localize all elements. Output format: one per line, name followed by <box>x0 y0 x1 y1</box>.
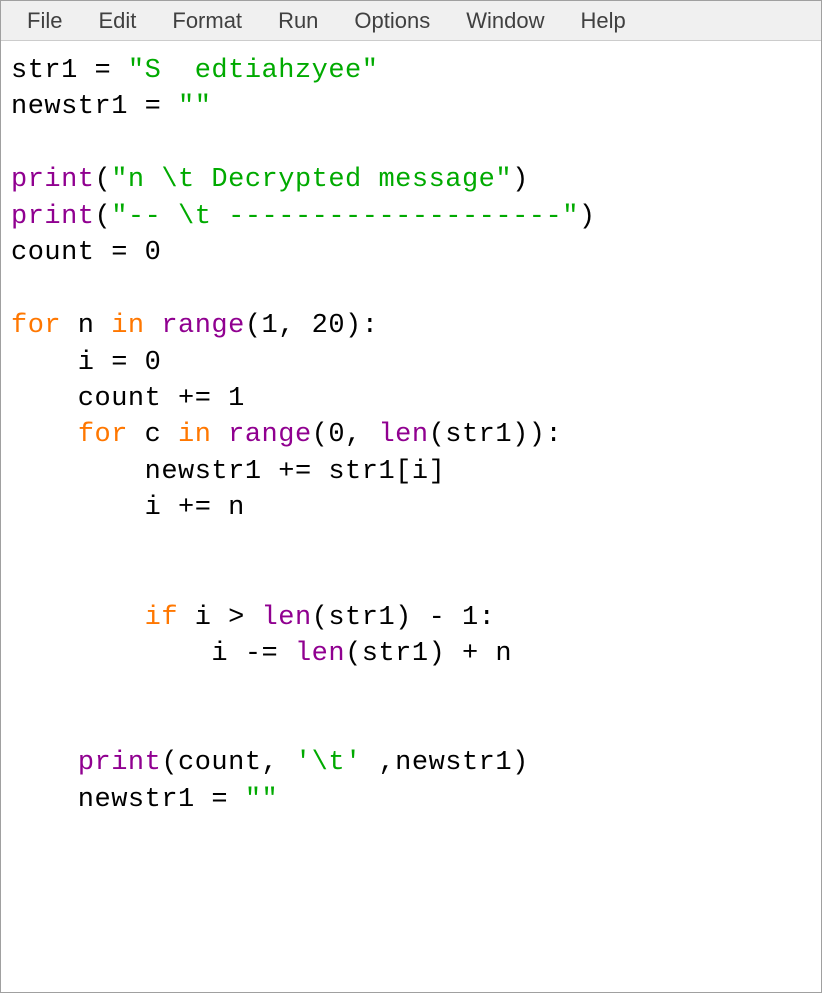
menu-edit[interactable]: Edit <box>80 2 154 40</box>
code-text: str1 = <box>11 56 128 86</box>
builtin-range: range <box>228 420 312 450</box>
builtin-print: print <box>78 748 162 778</box>
menubar: File Edit Format Run Options Window Help <box>1 1 821 41</box>
code-text <box>145 311 162 341</box>
code-text: i -= <box>11 639 295 669</box>
string-literal: "" <box>178 92 211 122</box>
code-text: n <box>61 311 111 341</box>
code-text: i += n <box>11 493 245 523</box>
builtin-range: range <box>161 311 245 341</box>
code-text: i > <box>178 603 262 633</box>
builtin-print: print <box>11 202 95 232</box>
menu-file[interactable]: File <box>9 2 80 40</box>
code-text <box>211 420 228 450</box>
code-text: i = 0 <box>11 348 161 378</box>
menu-run[interactable]: Run <box>260 2 336 40</box>
keyword-in: in <box>178 420 211 450</box>
keyword-for: for <box>78 420 128 450</box>
code-text: (str1)): <box>429 420 563 450</box>
code-text: (count, <box>161 748 295 778</box>
string-literal: "n \t Decrypted message" <box>111 165 512 195</box>
code-text: newstr1 = <box>11 785 245 815</box>
code-text: count = 0 <box>11 238 161 268</box>
keyword-in: in <box>111 311 144 341</box>
code-text: ) <box>512 165 529 195</box>
menu-options[interactable]: Options <box>336 2 448 40</box>
menu-format[interactable]: Format <box>154 2 260 40</box>
builtin-len: len <box>378 420 428 450</box>
string-literal: '\t' <box>295 748 362 778</box>
code-text <box>11 603 145 633</box>
menu-help[interactable]: Help <box>563 2 644 40</box>
code-text <box>11 420 78 450</box>
code-text: newstr1 += str1[i] <box>11 457 445 487</box>
code-text: (0, <box>312 420 379 450</box>
builtin-print: print <box>11 165 95 195</box>
code-text: (str1) + n <box>345 639 512 669</box>
menu-window[interactable]: Window <box>448 2 562 40</box>
code-text: ) <box>579 202 596 232</box>
code-text: ,newstr1) <box>362 748 529 778</box>
builtin-len: len <box>262 603 312 633</box>
code-editor[interactable]: str1 = "S edtiahzyee" newstr1 = "" print… <box>1 41 821 830</box>
string-literal: "" <box>245 785 278 815</box>
string-literal: "-- \t --------------------" <box>111 202 579 232</box>
builtin-len: len <box>295 639 345 669</box>
code-text: (str1) - 1: <box>312 603 496 633</box>
code-text <box>11 748 78 778</box>
code-text: (1, 20): <box>245 311 379 341</box>
code-text: ( <box>95 165 112 195</box>
string-literal: "S edtiahzyee" <box>128 56 379 86</box>
code-text: ( <box>95 202 112 232</box>
code-text: c <box>128 420 178 450</box>
code-text: count += 1 <box>11 384 245 414</box>
keyword-if: if <box>145 603 178 633</box>
code-text: newstr1 = <box>11 92 178 122</box>
keyword-for: for <box>11 311 61 341</box>
